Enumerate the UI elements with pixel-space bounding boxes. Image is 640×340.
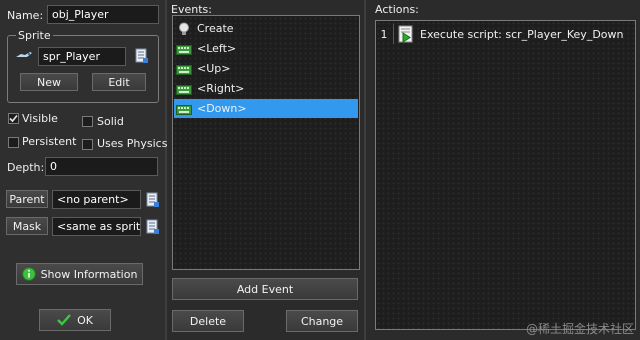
event-item-left[interactable]: <Left> [174,39,358,58]
delete-button[interactable]: Delete [172,310,244,332]
events-panel: Events: Create <Left> <Up> <Right> <Down… [167,0,364,340]
action-divider [393,24,394,44]
action-index: 1 [380,27,388,41]
solid-label: Solid [97,115,124,128]
depth-field[interactable]: 0 [45,157,158,176]
persistent-label: Persistent [22,135,77,148]
depth-label: Depth: [7,161,45,174]
keyboard-icon [176,84,192,95]
event-item-down[interactable]: <Down> [174,99,358,118]
solid-checkbox[interactable] [82,116,93,127]
show-information-label: Show Information [40,267,138,281]
sprite-group [7,35,159,103]
events-list[interactable]: Create <Left> <Up> <Right> <Down> [172,15,360,270]
parent-button[interactable]: Parent [6,190,48,208]
sprite-group-title: Sprite [16,29,53,42]
ok-label: OK [77,313,93,327]
checkmark-icon [57,314,71,326]
actions-list[interactable]: 1 Execute script: scr_Player_Key_Down [375,20,636,330]
actions-title: Actions: [375,3,419,16]
event-label: <Down> [197,102,247,115]
change-button[interactable]: Change [286,310,358,332]
name-label: Name: [7,9,44,22]
properties-panel: Name: obj_Player Sprite spr_Player New E… [0,0,168,340]
ok-button[interactable]: OK [39,309,111,331]
keyboard-icon [176,64,192,75]
actions-panel: Actions: 1 Execute script: scr_Player_Ke… [366,0,640,340]
sprite-menu-icon[interactable] [135,48,149,64]
info-icon [21,267,36,281]
add-event-button[interactable]: Add Event [172,278,358,300]
sprite-new-button[interactable]: New [20,73,78,91]
event-item-up[interactable]: <Up> [174,59,358,78]
event-item-create[interactable]: Create [174,19,358,38]
mask-field[interactable]: <same as sprite> [52,217,141,236]
visible-label: Visible [22,112,58,125]
keyboard-icon [176,44,192,55]
parent-field[interactable]: <no parent> [52,190,141,209]
mask-menu-icon[interactable] [146,219,160,235]
name-field[interactable]: obj_Player [47,5,159,24]
keyboard-icon [176,104,192,115]
sprite-field[interactable]: spr_Player [38,47,126,66]
parent-menu-icon[interactable] [146,192,160,208]
visible-checkbox[interactable] [8,113,19,124]
sprite-edit-button[interactable]: Edit [92,73,146,91]
watermark-text: @稀土掘金技术社区 [525,322,634,336]
action-label: Execute script: scr_Player_Key_Down [420,27,624,41]
event-item-right[interactable]: <Right> [174,79,358,98]
event-label: Create [197,22,234,35]
event-label: <Right> [197,82,245,95]
sprite-icon [14,49,34,61]
action-item[interactable]: 1 Execute script: scr_Player_Key_Down [377,23,634,45]
mask-button[interactable]: Mask [6,217,48,235]
event-label: <Left> [197,42,237,55]
uses-physics-checkbox[interactable] [82,139,93,150]
event-label: <Up> [197,62,231,75]
script-icon [398,25,413,43]
uses-physics-label: Uses Physics [97,137,168,150]
persistent-checkbox[interactable] [8,137,19,148]
show-information-button[interactable]: Show Information [16,263,143,285]
lightbulb-icon [179,22,189,35]
